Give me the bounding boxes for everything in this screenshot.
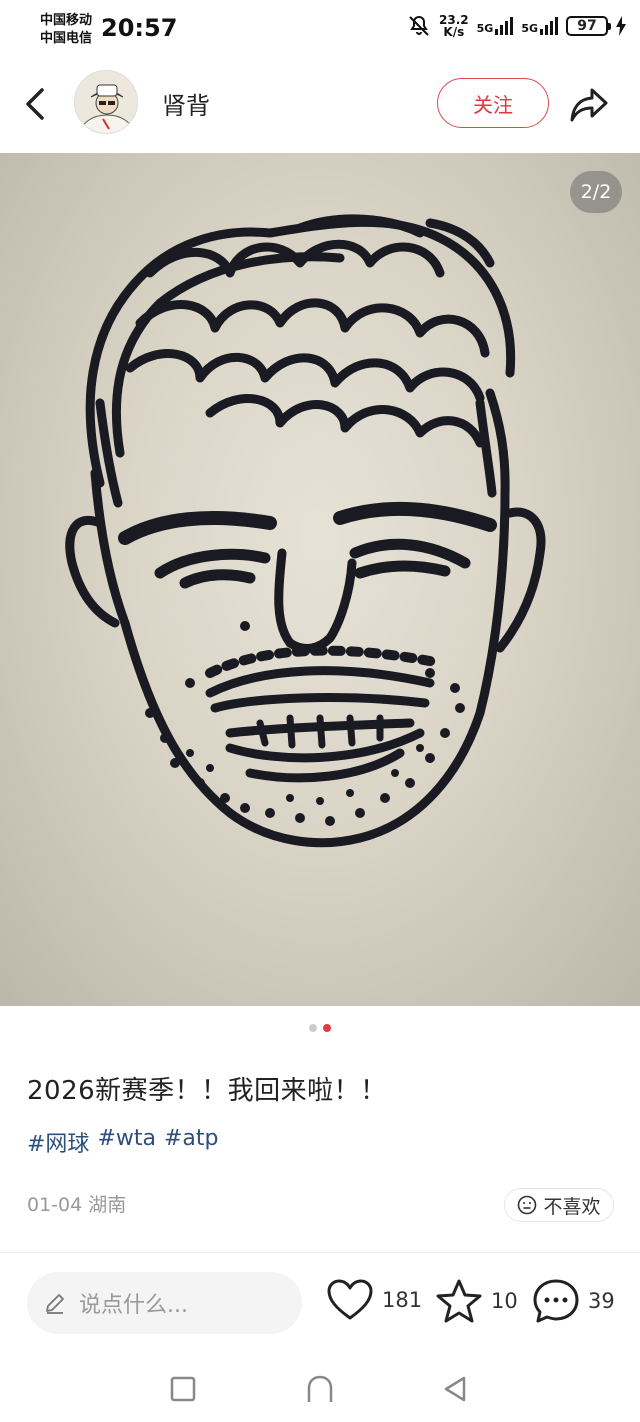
pencil-icon [46, 1294, 64, 1314]
tag-link[interactable]: #网球 [27, 1126, 89, 1158]
recents-icon[interactable] [168, 1374, 198, 1404]
share-icon[interactable] [566, 82, 612, 126]
signal-1-icon: 5G [477, 17, 514, 35]
face-sketch [65, 214, 546, 848]
tag-link[interactable]: #wta [97, 1126, 156, 1158]
post-meta: 01-04 湖南 [27, 1190, 126, 1217]
carousel-dot[interactable] [309, 1024, 317, 1032]
carrier-1: 中国移动 [40, 13, 93, 28]
mute-icon [409, 15, 429, 36]
frown-icon [518, 1195, 537, 1215]
carousel-dot-active[interactable] [323, 1024, 331, 1032]
comment-placeholder: 说点什么... [79, 1293, 188, 1318]
dislike-label: 不喜欢 [543, 1195, 601, 1218]
favorite-count: 10 [491, 1289, 518, 1313]
back-icon[interactable] [22, 84, 52, 124]
carrier-2: 中国电信 [40, 31, 93, 46]
follow-button[interactable]: 关注 [437, 78, 549, 128]
post-location: 湖南 [88, 1194, 127, 1216]
system-nav-bar [0, 1362, 640, 1422]
comment-icon [533, 1279, 579, 1323]
home-icon[interactable] [305, 1374, 335, 1404]
avatar[interactable] [74, 70, 138, 134]
post-title: 2026新赛季！！我回来啦！！ [27, 1076, 387, 1106]
carrier-info: 中国移动 中国电信 [40, 12, 92, 48]
like-count: 181 [382, 1288, 423, 1312]
tag-list: #网球 #wta #atp [27, 1126, 219, 1158]
comment-count: 39 [588, 1289, 615, 1313]
star-icon [436, 1279, 482, 1323]
back-nav-icon[interactable] [440, 1374, 470, 1404]
post-header: 肾背 关注 [0, 62, 640, 146]
image-counter: 2/2 [570, 171, 622, 213]
signal-2-icon: 5G [521, 17, 558, 35]
status-time: 20:57 [101, 14, 178, 42]
divider [0, 1252, 640, 1253]
battery-icon: 97 [566, 16, 611, 36]
network-speed: 23.2 K/s [439, 13, 469, 39]
dislike-button[interactable]: 不喜欢 [504, 1188, 614, 1222]
author-name[interactable]: 肾背 [162, 86, 210, 121]
charging-icon [616, 16, 626, 36]
tag-link[interactable]: #atp [164, 1126, 219, 1158]
post-image[interactable]: 2/2 [0, 153, 640, 1006]
carousel-indicator [0, 1024, 640, 1032]
post-date: 01-04 [27, 1194, 83, 1216]
heart-icon [327, 1279, 373, 1320]
favorite-button[interactable]: 10 [435, 1278, 518, 1324]
comment-input[interactable]: 说点什么... [27, 1272, 302, 1334]
like-button[interactable]: 181 [326, 1278, 422, 1322]
comment-button[interactable]: 39 [532, 1278, 615, 1324]
status-bar: 中国移动 中国电信 20:57 23.2 K/s 5G 5G 97 [0, 0, 640, 58]
